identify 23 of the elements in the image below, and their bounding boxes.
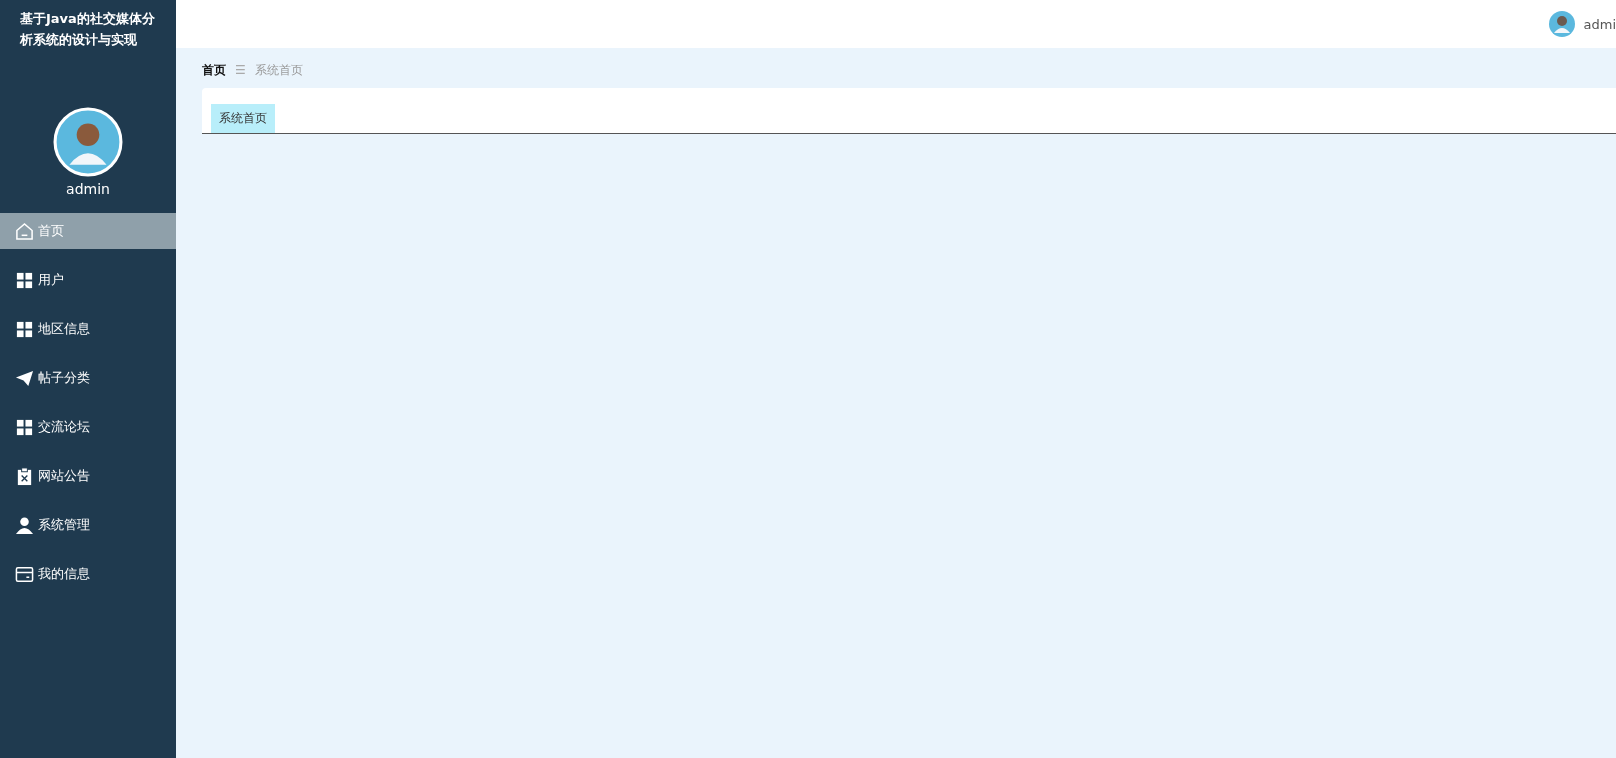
card-icon — [15, 564, 34, 584]
menu-item[interactable]: 系统管理 — [0, 507, 176, 543]
app-title: 基于Java的社交媒体分析系统的设计与实现 — [19, 10, 156, 49]
home-icon — [15, 221, 34, 241]
avatar-icon — [53, 107, 123, 177]
breadcrumb-separator: ☰ — [235, 63, 246, 77]
user-icon — [15, 515, 34, 535]
paper-plane-icon — [15, 368, 34, 388]
grid-icon — [15, 319, 34, 339]
grid-icon — [15, 270, 34, 290]
menu-item[interactable]: 我的信息 — [0, 556, 176, 592]
menu-item[interactable]: 帖子分类 — [0, 360, 176, 396]
menu-item[interactable]: 网站公告 — [0, 458, 176, 494]
username[interactable]: admi — [1583, 16, 1616, 32]
menu-item[interactable]: 地区信息 — [0, 311, 176, 347]
breadcrumb-item[interactable]: 首页 — [202, 61, 226, 79]
grid-icon — [15, 417, 34, 437]
menu-item[interactable]: 交流论坛 — [0, 409, 176, 445]
menu-item[interactable]: 用户 — [0, 262, 176, 298]
tab[interactable]: 系统首页 — [211, 104, 275, 133]
avatar-icon — [1547, 10, 1576, 38]
clipboard-icon — [15, 466, 34, 486]
username: admin — [66, 181, 110, 197]
